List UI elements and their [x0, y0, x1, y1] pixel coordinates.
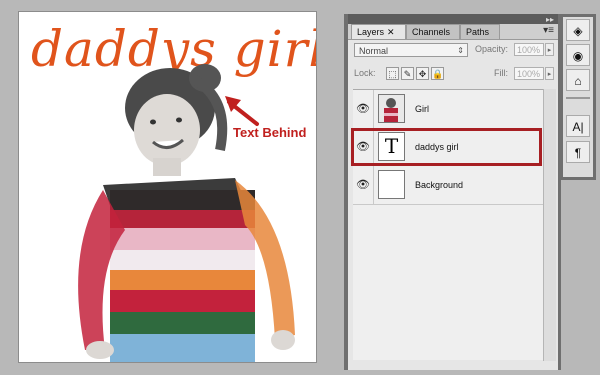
- text-layer-thumbnail: T: [378, 132, 405, 161]
- channels-dock-icon[interactable]: ◉: [566, 44, 590, 66]
- layer-thumbnail: [378, 170, 405, 199]
- text-layer-icon: T: [384, 134, 399, 158]
- layer-row-girl[interactable]: 👁 Girl: [353, 90, 543, 129]
- girl-thumbnail-icon: [379, 95, 404, 122]
- layers-scrollbar[interactable]: [543, 89, 556, 361]
- opacity-input[interactable]: 100%: [514, 43, 544, 56]
- layers-list: 👁 Girl 👁 T daddys girl 👁 Background: [351, 89, 543, 360]
- visibility-eye-icon[interactable]: 👁: [353, 166, 374, 204]
- lock-image-icon[interactable]: ✎: [401, 67, 414, 80]
- tab-layers[interactable]: Layers ✕: [351, 24, 406, 39]
- panel-menu-icon[interactable]: ▾≡: [543, 25, 554, 36]
- visibility-eye-icon[interactable]: 👁: [353, 128, 374, 166]
- document-canvas[interactable]: daddys girl Text Behind: [18, 11, 317, 363]
- panel-dock: ◈ ◉ ⌂ A| ¶: [560, 14, 596, 180]
- tab-label: Paths: [466, 27, 490, 37]
- layer-thumbnail: [378, 94, 405, 123]
- fill-label: Fill:: [494, 68, 508, 78]
- tab-label: Layers: [357, 27, 385, 37]
- layer-name: Background: [415, 180, 464, 190]
- character-dock-icon[interactable]: A|: [566, 115, 590, 137]
- visibility-eye-icon[interactable]: 👁: [353, 90, 374, 128]
- panel-title-bar[interactable]: ▸▸: [348, 14, 558, 24]
- paragraph-dock-icon[interactable]: ¶: [566, 141, 590, 163]
- select-arrows-icon: ⇕: [457, 46, 464, 55]
- collapse-icon[interactable]: ▸▸: [546, 15, 554, 24]
- tab-label: Channels: [412, 27, 451, 37]
- lock-position-icon[interactable]: ✥: [416, 67, 429, 80]
- blend-mode-select[interactable]: Normal ⇕: [354, 43, 468, 57]
- layer-row-background[interactable]: 👁 Background: [353, 166, 543, 205]
- annotation-arrow-icon: [225, 96, 259, 126]
- lock-label: Lock:: [354, 68, 376, 78]
- layer-row-daddys-girl[interactable]: 👁 T daddys girl: [353, 128, 543, 167]
- layer-name: Girl: [415, 104, 429, 114]
- fill-input[interactable]: 100%: [514, 67, 544, 80]
- opacity-label: Opacity:: [475, 44, 509, 54]
- layers-panel: ▸▸ Layers ✕ Channels Paths ▾≡ Normal ⇕ Op…: [344, 14, 561, 370]
- lock-all-icon[interactable]: 🔒: [431, 67, 444, 80]
- close-icon[interactable]: ✕: [387, 27, 395, 37]
- lock-row: Lock: ⬚ ✎ ✥ 🔒 Fill: 100% ▸: [354, 67, 554, 83]
- dock-divider: [566, 97, 590, 99]
- text-behind-annotation: Text Behind: [233, 125, 307, 140]
- blend-row: Normal ⇕ Opacity: 100% ▸: [354, 43, 554, 59]
- blend-mode-value: Normal: [359, 46, 389, 56]
- fill-stepper-icon[interactable]: ▸: [545, 67, 554, 80]
- panel-tabs: Layers ✕ Channels Paths ▾≡: [348, 24, 558, 40]
- tab-paths[interactable]: Paths: [460, 24, 500, 39]
- opacity-stepper-icon[interactable]: ▸: [545, 43, 554, 56]
- lock-transparency-icon[interactable]: ⬚: [386, 67, 399, 80]
- paths-dock-icon[interactable]: ⌂: [566, 69, 590, 91]
- layers-dock-icon[interactable]: ◈: [566, 19, 590, 41]
- tab-channels[interactable]: Channels: [406, 24, 460, 39]
- layer-name: daddys girl: [415, 142, 459, 152]
